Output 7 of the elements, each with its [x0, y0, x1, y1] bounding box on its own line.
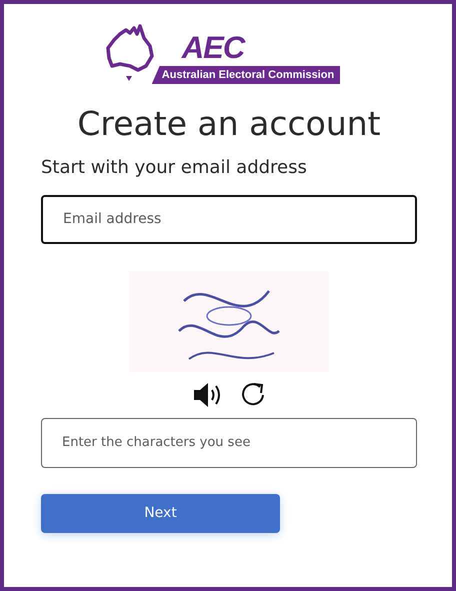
logo-name: Australian Electoral Commission [152, 66, 340, 84]
email-field[interactable]: Email address [41, 194, 417, 244]
next-button[interactable]: Next [41, 494, 280, 533]
logo-acronym: AEC [182, 32, 244, 62]
captcha-field[interactable]: Enter the characters you see [41, 418, 417, 468]
instruction-text: Start with your email address [41, 156, 307, 180]
page-title: Create an account [77, 104, 381, 144]
